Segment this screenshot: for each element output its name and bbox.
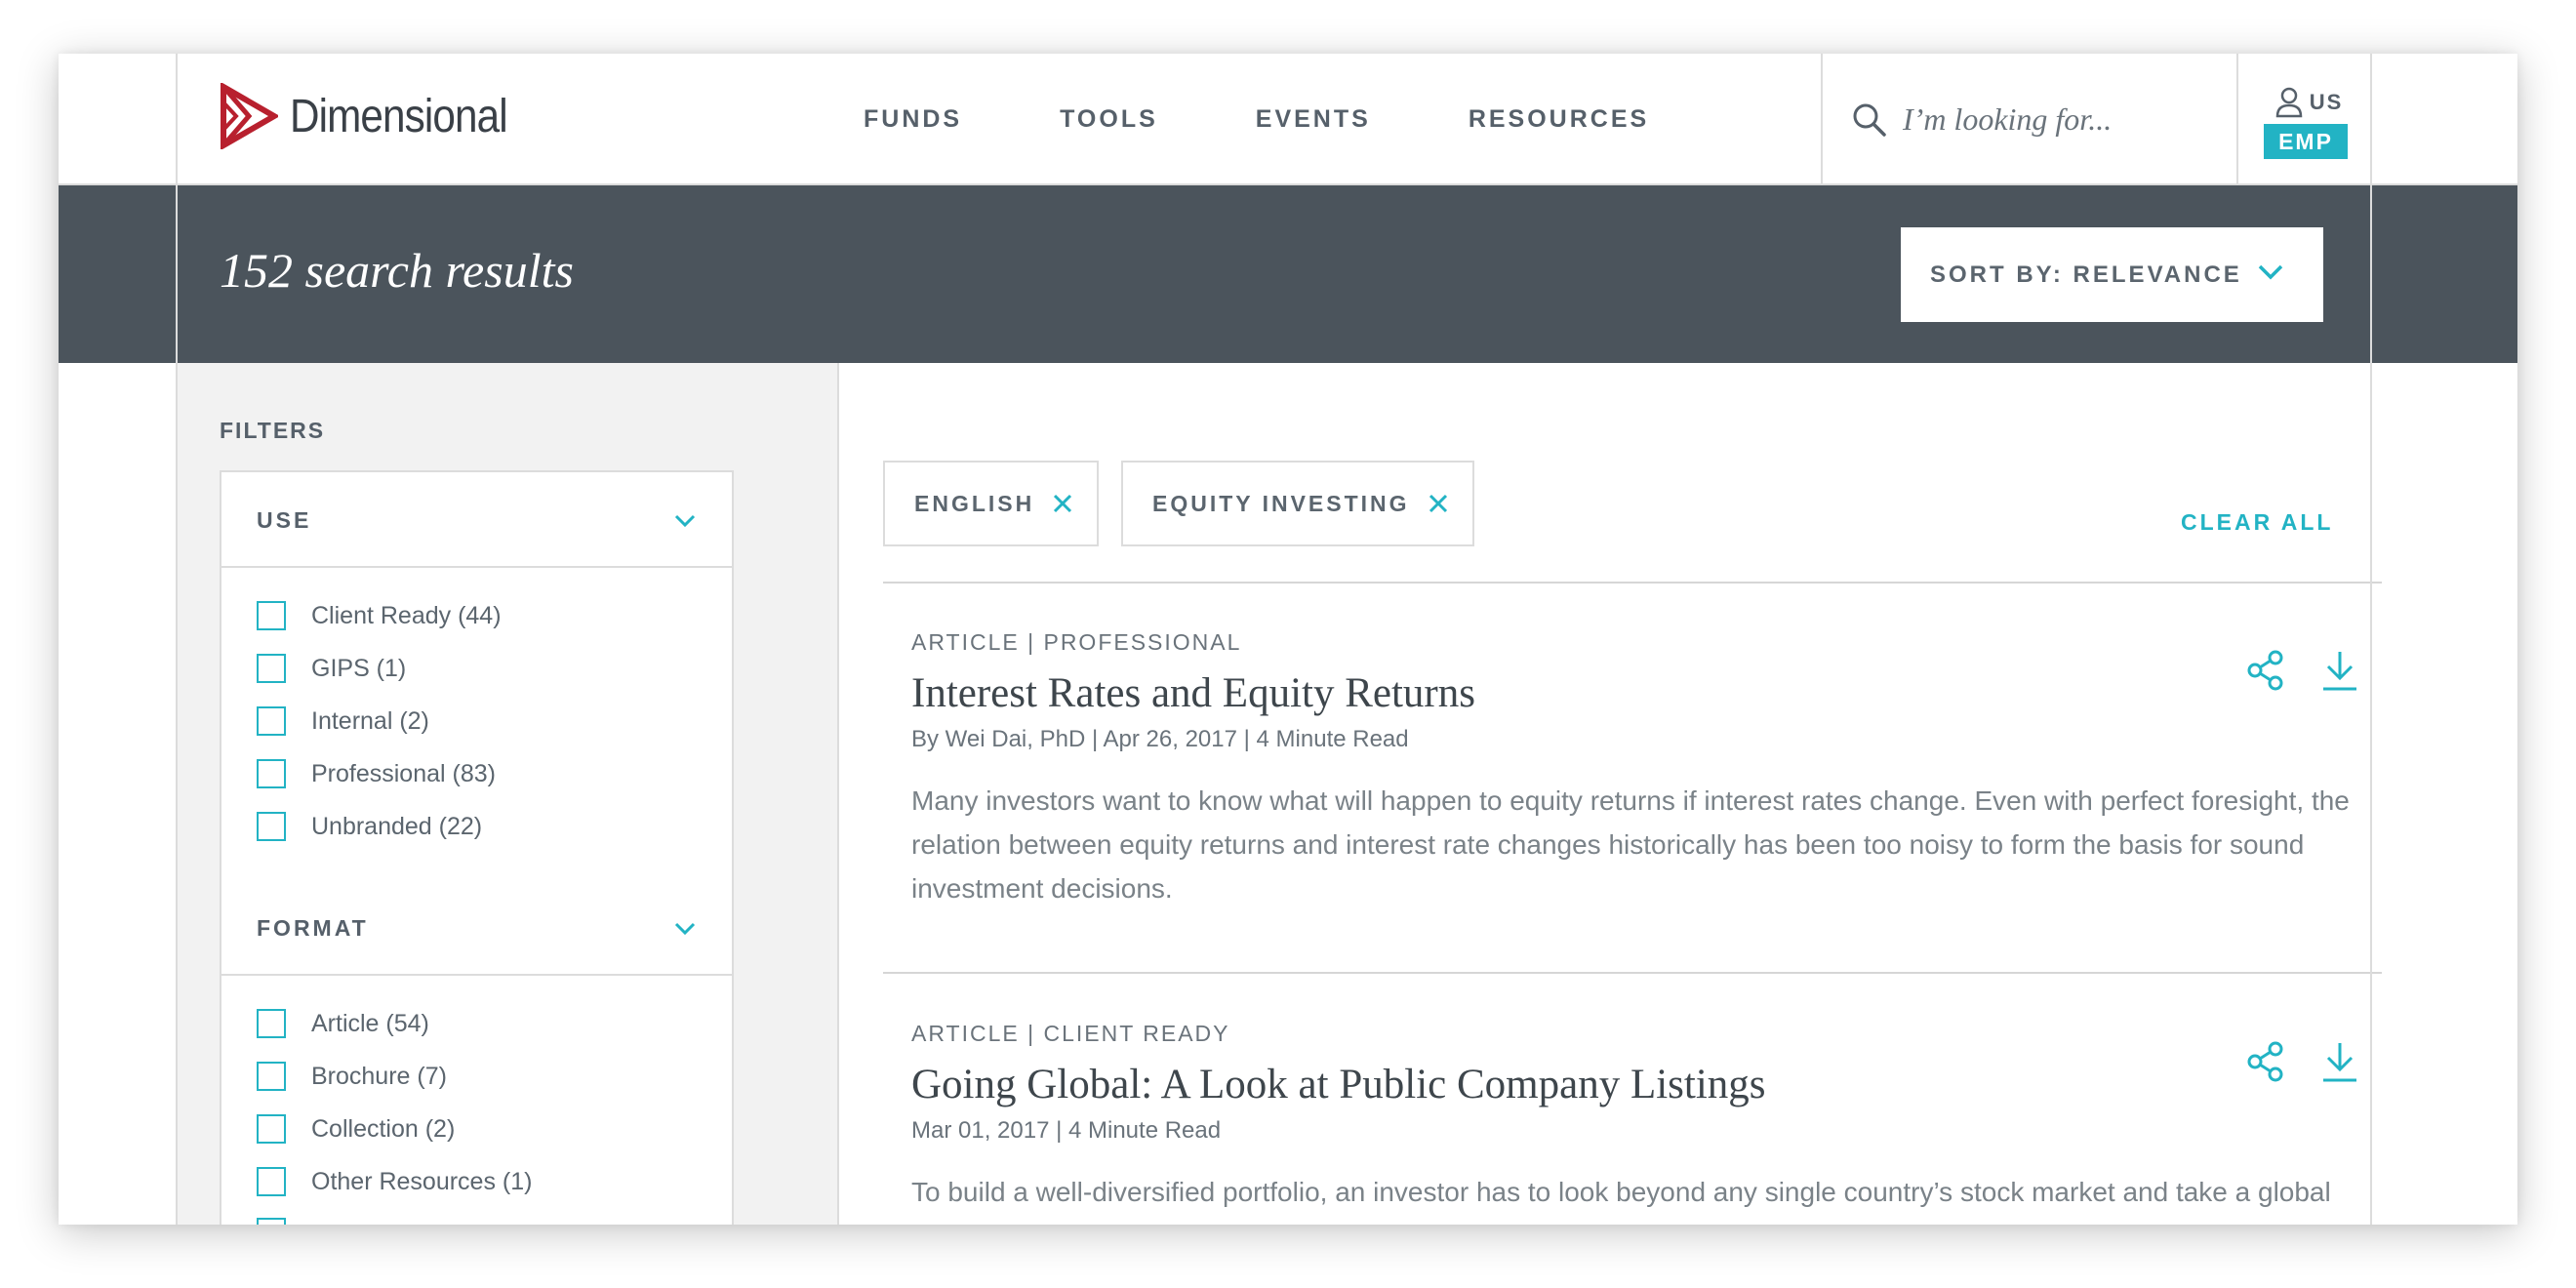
nav-events[interactable]: EVENTS bbox=[1256, 105, 1371, 134]
site-header: Dimensional FUNDS TOOLS EVENTS RESOURCES… bbox=[59, 54, 2517, 185]
filter-option-collection[interactable]: Collection (2) bbox=[257, 1114, 455, 1144]
share-icon[interactable] bbox=[2245, 1040, 2286, 1083]
clear-all-link[interactable]: CLEAR ALL bbox=[2181, 509, 2333, 536]
result-item: ARTICLE | CLIENT READY Going Global: A L… bbox=[911, 1021, 2375, 1225]
checkbox[interactable] bbox=[257, 812, 286, 841]
result-actions bbox=[2245, 1040, 2360, 1083]
download-icon[interactable] bbox=[2319, 1040, 2360, 1083]
chevron-down-icon[interactable] bbox=[673, 513, 697, 529]
role-badge[interactable]: EMP bbox=[2264, 124, 2348, 159]
filter-panel-title: USE bbox=[257, 507, 312, 533]
filter-option-label: Professional (83) bbox=[311, 759, 496, 787]
search-icon[interactable] bbox=[1852, 102, 1887, 138]
share-icon[interactable] bbox=[2245, 649, 2286, 692]
region-code: US bbox=[2309, 90, 2344, 114]
logo-text: Dimensional bbox=[290, 90, 508, 142]
filter-panel-use: USE Client Ready (44) GIPS (1) Internal … bbox=[220, 470, 734, 882]
filter-option-label: Brochure (7) bbox=[311, 1062, 447, 1090]
result-summary: To build a well-diversified portfolio, a… bbox=[911, 1177, 2331, 1225]
results-banner: 152 search results SORT BY: RELEVANCE bbox=[59, 185, 2517, 363]
nav-tools[interactable]: TOOLS bbox=[1060, 105, 1158, 134]
filter-option-label: Unbranded (22) bbox=[311, 812, 483, 840]
filter-option-label: Internal (2) bbox=[311, 706, 429, 735]
filter-option-brochure[interactable]: Brochure (7) bbox=[257, 1062, 447, 1091]
sort-label: SORT BY: RELEVANCE bbox=[1930, 261, 2242, 288]
sort-dropdown[interactable]: SORT BY: RELEVANCE bbox=[1901, 227, 2323, 322]
logo[interactable]: Dimensional bbox=[220, 83, 537, 149]
result-summary: Many investors want to know what will ha… bbox=[911, 785, 2350, 904]
filter-option-label: Client Ready (44) bbox=[311, 601, 502, 629]
divider bbox=[883, 972, 2382, 974]
nav-funds[interactable]: FUNDS bbox=[864, 105, 962, 134]
result-item: ARTICLE | PROFESSIONAL Interest Rates an… bbox=[911, 629, 2375, 910]
filter-panel-header-use[interactable]: USE bbox=[221, 472, 732, 568]
filter-chip-label: ENGLISH bbox=[914, 490, 1035, 516]
checkbox[interactable] bbox=[257, 1009, 286, 1038]
filter-panel-title: FORMAT bbox=[257, 915, 369, 941]
checkbox[interactable] bbox=[257, 1167, 286, 1196]
result-title[interactable]: Going Global: A Look at Public Company L… bbox=[911, 1059, 2375, 1111]
checkbox[interactable] bbox=[257, 1062, 286, 1091]
checkbox[interactable] bbox=[257, 1114, 286, 1144]
checkbox[interactable] bbox=[257, 1218, 286, 1225]
filter-option-other-resources[interactable]: Other Resources (1) bbox=[257, 1167, 532, 1196]
result-byline: By Wei Dai, PhD | Apr 26, 2017 | 4 Minut… bbox=[911, 726, 1409, 752]
filter-option-internal[interactable]: Internal (2) bbox=[257, 706, 429, 736]
region-selector[interactable]: US EMP bbox=[2264, 87, 2354, 159]
checkbox[interactable] bbox=[257, 759, 286, 788]
filter-option-label: Collection (2) bbox=[311, 1114, 456, 1143]
result-meta: ARTICLE | CLIENT READY bbox=[911, 1021, 1230, 1046]
close-icon[interactable] bbox=[1052, 493, 1073, 514]
filter-option-label: Article (54) bbox=[311, 1009, 429, 1037]
filter-panel-header-format[interactable]: FORMAT bbox=[221, 880, 732, 976]
checkbox[interactable] bbox=[257, 601, 286, 630]
download-icon[interactable] bbox=[2319, 649, 2360, 692]
divider bbox=[883, 582, 2382, 584]
browser-page: Dimensional FUNDS TOOLS EVENTS RESOURCES… bbox=[59, 54, 2517, 1225]
checkbox[interactable] bbox=[257, 654, 286, 683]
main-nav: FUNDS TOOLS EVENTS RESOURCES bbox=[864, 54, 1649, 185]
filter-chip-label: EQUITY INVESTING bbox=[1152, 490, 1410, 516]
results-count-title: 152 search results bbox=[220, 243, 574, 298]
filter-option-label: GIPS (1) bbox=[311, 654, 407, 682]
result-actions bbox=[2245, 649, 2360, 692]
filter-chip-english[interactable]: ENGLISH bbox=[883, 461, 1100, 546]
chevron-down-icon[interactable] bbox=[673, 921, 697, 937]
filter-option-partial[interactable] bbox=[257, 1218, 286, 1225]
chevron-down-icon bbox=[2258, 264, 2283, 280]
result-title[interactable]: Interest Rates and Equity Returns bbox=[911, 667, 2375, 720]
user-icon bbox=[2275, 87, 2302, 118]
filters-heading: FILTERS bbox=[220, 418, 326, 443]
filter-chip-equity-investing[interactable]: EQUITY INVESTING bbox=[1121, 461, 1474, 546]
close-icon[interactable] bbox=[1428, 493, 1449, 514]
filter-panel-format: FORMAT Article (54) Brochure (7) Collect… bbox=[220, 880, 734, 1225]
checkbox[interactable] bbox=[257, 706, 286, 736]
filter-option-unbranded[interactable]: Unbranded (22) bbox=[257, 812, 482, 841]
result-byline: Mar 01, 2017 | 4 Minute Read bbox=[911, 1117, 1222, 1144]
filter-option-gips[interactable]: GIPS (1) bbox=[257, 654, 406, 683]
search-placeholder: I’m looking for... bbox=[1903, 101, 2113, 137]
result-meta: ARTICLE | PROFESSIONAL bbox=[911, 629, 1242, 655]
filter-option-label: Other Resources (1) bbox=[311, 1167, 533, 1195]
search-input[interactable]: I’m looking for... bbox=[1821, 54, 2238, 185]
filters-sidebar: FILTERS USE Client Ready (44) GIPS (1) I… bbox=[176, 363, 839, 1225]
filter-option-article[interactable]: Article (54) bbox=[257, 1009, 429, 1038]
nav-resources[interactable]: RESOURCES bbox=[1469, 105, 1649, 134]
filter-option-client-ready[interactable]: Client Ready (44) bbox=[257, 601, 502, 630]
triangle-play-logo-icon bbox=[221, 83, 278, 149]
filter-option-professional[interactable]: Professional (83) bbox=[257, 759, 496, 788]
